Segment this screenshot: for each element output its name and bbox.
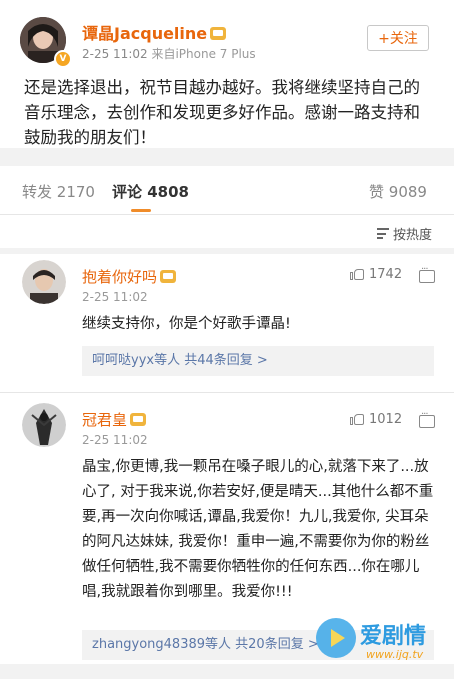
replies-link[interactable]: 呵呵哒yyx等人 共44条回复 > <box>82 346 434 376</box>
crown-icon <box>210 27 227 40</box>
reply-comment-icon[interactable] <box>419 264 435 283</box>
interaction-tabs: 转发 2170 评论 4808 赞 9089 <box>0 166 454 214</box>
tab-repost[interactable]: 转发 2170 <box>22 181 95 202</box>
comment-like-button[interactable]: 1742 <box>350 267 402 282</box>
tab-like-label: 赞 <box>369 183 385 201</box>
comment-time: 2-25 11:02 <box>82 290 148 304</box>
post-text: 还是选择退出，祝节目越办越好。我将继续坚持自己的音乐理念，去创作和发现更多好作品… <box>24 78 420 147</box>
tab-like[interactable]: 赞 9089 <box>369 181 427 202</box>
commenter-name-text: 抱着你好吗 <box>82 268 158 286</box>
post-time: 2-25 11:02 <box>82 47 148 61</box>
commenter-name[interactable]: 冠君皇 <box>82 409 147 430</box>
tab-repost-label: 转发 <box>22 183 53 201</box>
post-device: 来自iPhone 7 Plus <box>151 47 256 61</box>
replies-link-text: 呵呵哒yyx等人 共44条回复 > <box>92 353 268 368</box>
sort-by-hot-button[interactable]: 按热度 <box>376 224 432 243</box>
commenter-avatar[interactable] <box>22 260 66 304</box>
tab-like-count: 9089 <box>388 183 427 201</box>
active-tab-indicator <box>131 209 151 212</box>
comment-like-count: 1012 <box>369 412 403 427</box>
comment-text: 继续支持你，你是个好歌手谭晶! <box>82 316 291 332</box>
site-watermark: 爱剧情 www.ijq.tv <box>316 612 454 672</box>
thumbs-up-icon <box>350 267 364 280</box>
comment-like-button[interactable]: 1012 <box>350 412 402 427</box>
crown-icon <box>160 270 177 283</box>
commenter-name[interactable]: 抱着你好吗 <box>82 266 177 287</box>
thumbs-up-icon <box>350 412 364 425</box>
sort-icon <box>376 228 389 240</box>
crown-icon <box>130 413 147 426</box>
reply-comment-icon[interactable] <box>419 409 435 428</box>
comment-like-count: 1742 <box>369 267 403 282</box>
commenter-name-text: 冠君皇 <box>82 411 128 429</box>
comment-time: 2-25 11:02 <box>82 433 148 447</box>
tab-comment[interactable]: 评论 4808 <box>112 181 189 202</box>
watermark-url: www.ijq.tv <box>366 648 424 661</box>
verified-badge-icon: V <box>54 50 72 68</box>
follow-button[interactable]: +关注 <box>367 25 429 51</box>
tab-comment-count: 4808 <box>147 183 189 201</box>
tabs-divider <box>0 214 454 215</box>
author-name[interactable]: 谭晶Jacqueline <box>82 20 227 44</box>
commenter-avatar[interactable] <box>22 403 66 447</box>
comment-item: 抱着你好吗 2-25 11:02 1742 继续支持你，你是个好歌手谭晶! 呵呵… <box>0 254 454 394</box>
play-logo-icon <box>316 618 356 658</box>
weibo-post: V 谭晶Jacqueline 2-25 11:02 来自iPhone 7 Plu… <box>0 0 454 148</box>
tab-repost-count: 2170 <box>56 183 95 201</box>
comment-text: 晶宝,你更博,我一颗吊在嗓子眼儿的心,就落下来了...放心了, 对于我来说,你若… <box>82 459 434 600</box>
author-name-text: 谭晶Jacqueline <box>82 24 208 43</box>
replies-link-text: zhangyong48389等人 共20条回复 > <box>92 637 319 652</box>
tab-comment-label: 评论 <box>112 183 143 201</box>
section-gap <box>0 148 454 166</box>
watermark-text: 爱剧情 <box>360 624 427 649</box>
post-meta: 2-25 11:02 来自iPhone 7 Plus <box>82 45 256 62</box>
sort-label: 按热度 <box>392 228 432 243</box>
